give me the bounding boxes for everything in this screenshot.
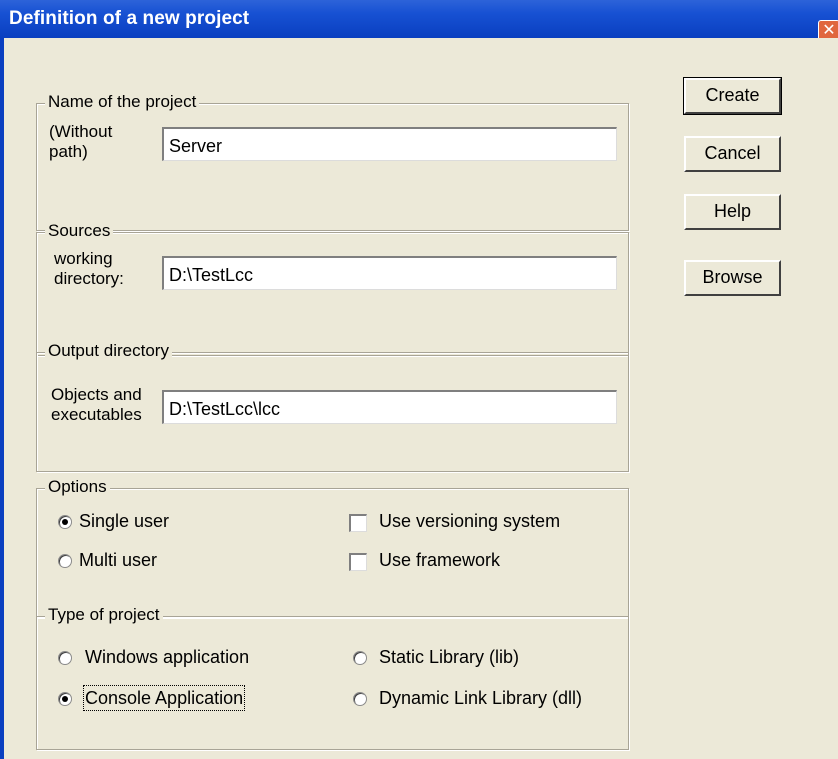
static-library-radio[interactable] [353, 651, 367, 665]
sources-directory-input[interactable] [162, 256, 617, 290]
sources-field-label: working directory: [54, 249, 124, 288]
windows-application-radio[interactable] [58, 651, 72, 665]
create-button[interactable]: Create [683, 77, 782, 115]
radio-selected-dot [62, 519, 68, 525]
output-field-label: Objects and executables [51, 385, 142, 424]
console-application-label[interactable]: Console Application [82, 685, 246, 711]
static-library-label[interactable]: Static Library (lib) [379, 646, 519, 668]
sources-group-label: Sources [45, 220, 114, 242]
project-name-group-label: Name of the project [45, 91, 200, 113]
project-type-group-label: Type of project [45, 604, 163, 626]
window-title: Definition of a new project [9, 8, 250, 29]
help-button[interactable]: Help [684, 194, 781, 230]
cancel-button[interactable]: Cancel [684, 136, 781, 172]
dynamic-link-library-label[interactable]: Dynamic Link Library (dll) [379, 687, 582, 709]
output-directory-input[interactable] [162, 390, 617, 424]
use-versioning-label[interactable]: Use versioning system [379, 510, 560, 532]
project-name-group: Name of the project [36, 91, 629, 231]
use-framework-label[interactable]: Use framework [379, 549, 500, 571]
project-name-field-label: (Without path) [49, 122, 113, 161]
output-directory-group-label: Output directory [45, 340, 172, 362]
title-bar[interactable]: Definition of a new project [0, 0, 838, 39]
windows-application-label[interactable]: Windows application [85, 646, 249, 668]
multi-user-radio[interactable] [58, 554, 72, 568]
use-versioning-checkbox[interactable] [349, 514, 367, 532]
project-name-input[interactable] [162, 127, 617, 161]
console-application-radio[interactable] [58, 692, 72, 706]
dialog-body: Name of the project (Without path) Sourc… [4, 38, 838, 759]
sources-group: Sources [36, 220, 629, 356]
single-user-radio[interactable] [58, 515, 72, 529]
browse-button[interactable]: Browse [684, 260, 781, 296]
multi-user-label[interactable]: Multi user [79, 549, 157, 571]
options-group-label: Options [45, 476, 110, 498]
dynamic-link-library-radio[interactable] [353, 692, 367, 706]
project-type-group: Type of project [36, 604, 629, 750]
single-user-label[interactable]: Single user [79, 510, 169, 532]
radio-selected-dot [62, 696, 68, 702]
use-framework-checkbox[interactable] [349, 553, 367, 571]
